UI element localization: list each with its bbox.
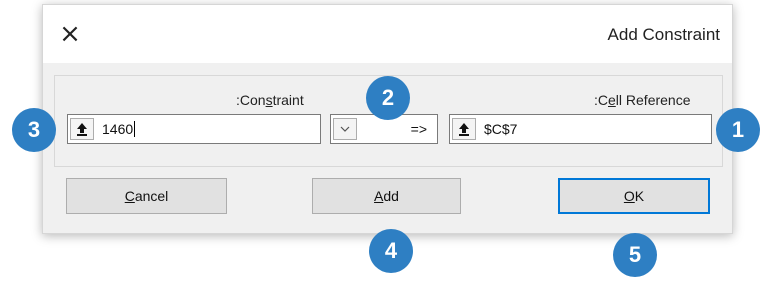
operator-value: => (410, 121, 427, 137)
close-icon[interactable]: × (55, 19, 85, 49)
dialog-title: Add Constraint (607, 25, 720, 44)
callout-badge-5: 5 (613, 233, 657, 277)
callout-badge-1: 1 (716, 108, 760, 152)
callout-badge-3: 3 (12, 108, 56, 152)
collapse-dialog-icon[interactable] (452, 118, 476, 140)
title-bar: × Add Constraint (43, 5, 732, 63)
cell-reference-input[interactable]: $C$7 (449, 114, 712, 144)
cancel-button[interactable]: Cancel (66, 178, 227, 214)
constraint-label: :Constraint (236, 92, 304, 108)
cell-reference-value: $C$7 (484, 121, 518, 137)
cell-reference-label: :Cell Reference (594, 92, 691, 108)
constraint-value: 1460 (102, 121, 136, 137)
ok-button[interactable]: OK (558, 178, 710, 214)
callout-badge-2: 2 (366, 76, 410, 120)
chevron-down-icon[interactable] (333, 118, 357, 140)
callout-badge-4: 4 (369, 229, 413, 273)
collapse-dialog-icon[interactable] (70, 118, 94, 140)
constraint-input[interactable]: 1460 (67, 114, 321, 144)
add-button[interactable]: Add (312, 178, 461, 214)
